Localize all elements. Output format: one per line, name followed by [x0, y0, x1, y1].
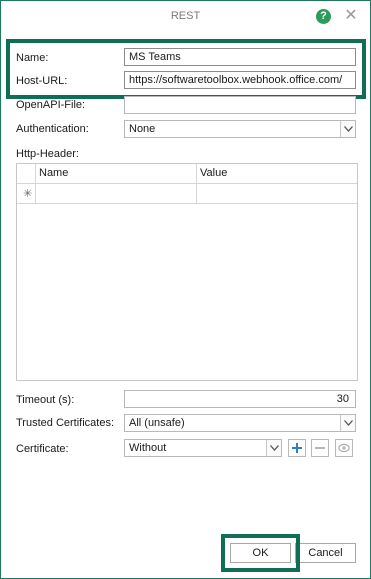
- help-icon[interactable]: ?: [316, 9, 331, 24]
- ok-button-highlight: [221, 534, 300, 572]
- close-icon[interactable]: ✕: [343, 7, 359, 25]
- certificate-label: Certificate:: [16, 443, 69, 455]
- authentication-label: Authentication:: [16, 123, 89, 135]
- grid-new-row[interactable]: ✳: [17, 184, 357, 204]
- trusted-certificates-value: All (unsafe): [129, 417, 185, 429]
- certificate-select[interactable]: Without: [124, 439, 282, 457]
- openapi-file-label: OpenAPI-File:: [16, 99, 86, 111]
- authentication-select[interactable]: None: [124, 120, 356, 138]
- cancel-button[interactable]: Cancel: [295, 543, 356, 563]
- title-bar: REST ? ✕: [1, 1, 370, 31]
- trusted-certificates-select[interactable]: All (unsafe): [124, 414, 356, 432]
- eye-icon: [338, 443, 350, 453]
- window-title: REST: [170, 10, 201, 22]
- add-certificate-button[interactable]: [288, 439, 306, 457]
- chevron-down-icon[interactable]: [266, 440, 281, 456]
- grid-header-row: Name Value: [17, 164, 357, 184]
- chevron-down-icon[interactable]: [340, 415, 355, 431]
- column-header-value[interactable]: Value: [196, 164, 227, 184]
- name-host-highlight: [6, 39, 366, 99]
- certificate-value: Without: [129, 442, 167, 454]
- http-header-grid[interactable]: Name Value ✳: [16, 163, 358, 381]
- grid-column-divider: [196, 164, 197, 204]
- timeout-stepper[interactable]: 30: [124, 390, 356, 408]
- openapi-file-field[interactable]: [124, 96, 356, 114]
- rest-dialog: REST ? ✕ Name: MS Teams Host-URL: https:…: [0, 0, 371, 579]
- column-header-name[interactable]: Name: [35, 164, 68, 184]
- minus-icon: [315, 447, 325, 449]
- plus-icon: [292, 443, 302, 453]
- timeout-label: Timeout (s):: [16, 394, 75, 406]
- new-row-icon: ✳: [23, 188, 33, 200]
- trusted-certificates-label: Trusted Certificates:: [16, 417, 115, 429]
- chevron-down-icon[interactable]: [340, 121, 355, 137]
- http-header-label: Http-Header:: [16, 148, 79, 160]
- remove-certificate-button[interactable]: [311, 439, 329, 457]
- authentication-value: None: [129, 123, 156, 135]
- grid-column-divider: [35, 164, 36, 204]
- view-certificate-button[interactable]: [335, 439, 353, 457]
